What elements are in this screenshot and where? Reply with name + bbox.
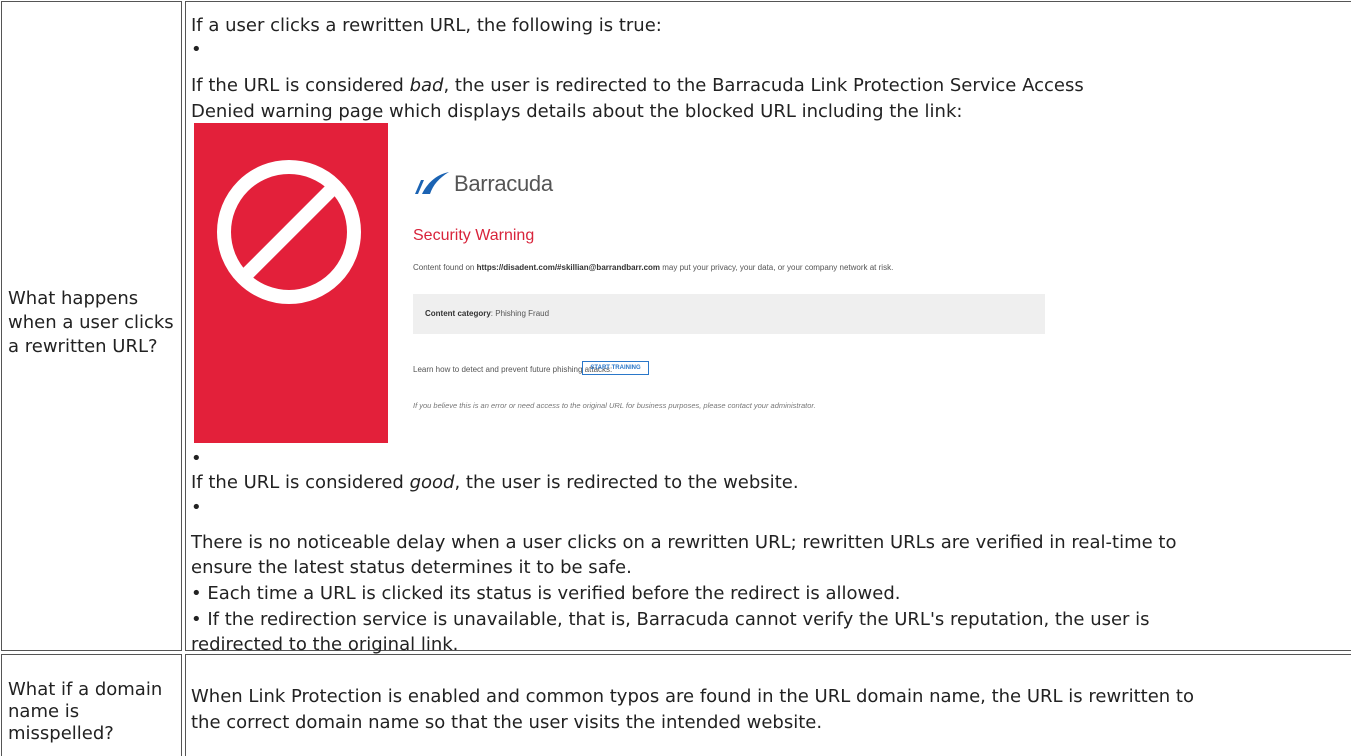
unavailable-line-1: • If the redirection service is unavaila… [191, 609, 1150, 630]
admin-note: If you believe this is an error or need … [413, 401, 816, 410]
content-category-text: Content category: Phishing Fraud [425, 309, 550, 318]
barracuda-logo-icon [415, 172, 449, 194]
misspelled-line-2: the correct domain name so that the user… [191, 712, 823, 733]
delay-line-2: ensure the latest status determines it t… [191, 557, 632, 578]
question-cell: What if a domain name is misspelled? [1, 654, 182, 756]
warning-page-screenshot: Barracuda Security Warning Content found… [194, 123, 1112, 443]
content-category-box: Content category: Phishing Fraud [413, 294, 1045, 334]
red-warning-panel [194, 123, 388, 443]
prohibited-icon [217, 160, 361, 304]
bad-url-line-2: Denied warning page which displays detai… [191, 101, 963, 122]
bad-url-line: If the URL is considered bad, the user i… [191, 75, 1084, 96]
delay-line-1: There is no noticeable delay when a user… [191, 532, 1177, 553]
each-time-line: • Each time a URL is clicked its status … [191, 583, 901, 604]
content-found-text: Content found on https://disadent.com/#s… [413, 263, 894, 272]
answer-cell: When Link Protection is enabled and comm… [185, 654, 1351, 756]
start-training-button[interactable]: START TRAINING [582, 361, 649, 375]
bullet-marker: • [191, 39, 202, 60]
bullet-marker: • [191, 448, 202, 469]
answer-intro: If a user clicks a rewritten URL, the fo… [191, 15, 662, 36]
security-warning-title: Security Warning [413, 227, 535, 244]
question-cell: What happens when a user clicks a rewrit… [1, 1, 182, 651]
misspelled-line-1: When Link Protection is enabled and comm… [191, 686, 1194, 707]
question-text: What happens when a user clicks a rewrit… [8, 288, 174, 357]
blocked-url: https://disadent.com/#skillian@barrandba… [476, 263, 661, 272]
bullet-marker: • [191, 497, 202, 518]
good-url-line: If the URL is considered good, the user … [191, 472, 799, 493]
brand-name: Barracuda [454, 171, 553, 196]
faq-table: What happens when a user clicks a rewrit… [0, 0, 1352, 756]
answer-cell: If a user clicks a rewritten URL, the fo… [185, 1, 1351, 655]
question-text: What if a domain name is misspelled? [8, 679, 163, 744]
